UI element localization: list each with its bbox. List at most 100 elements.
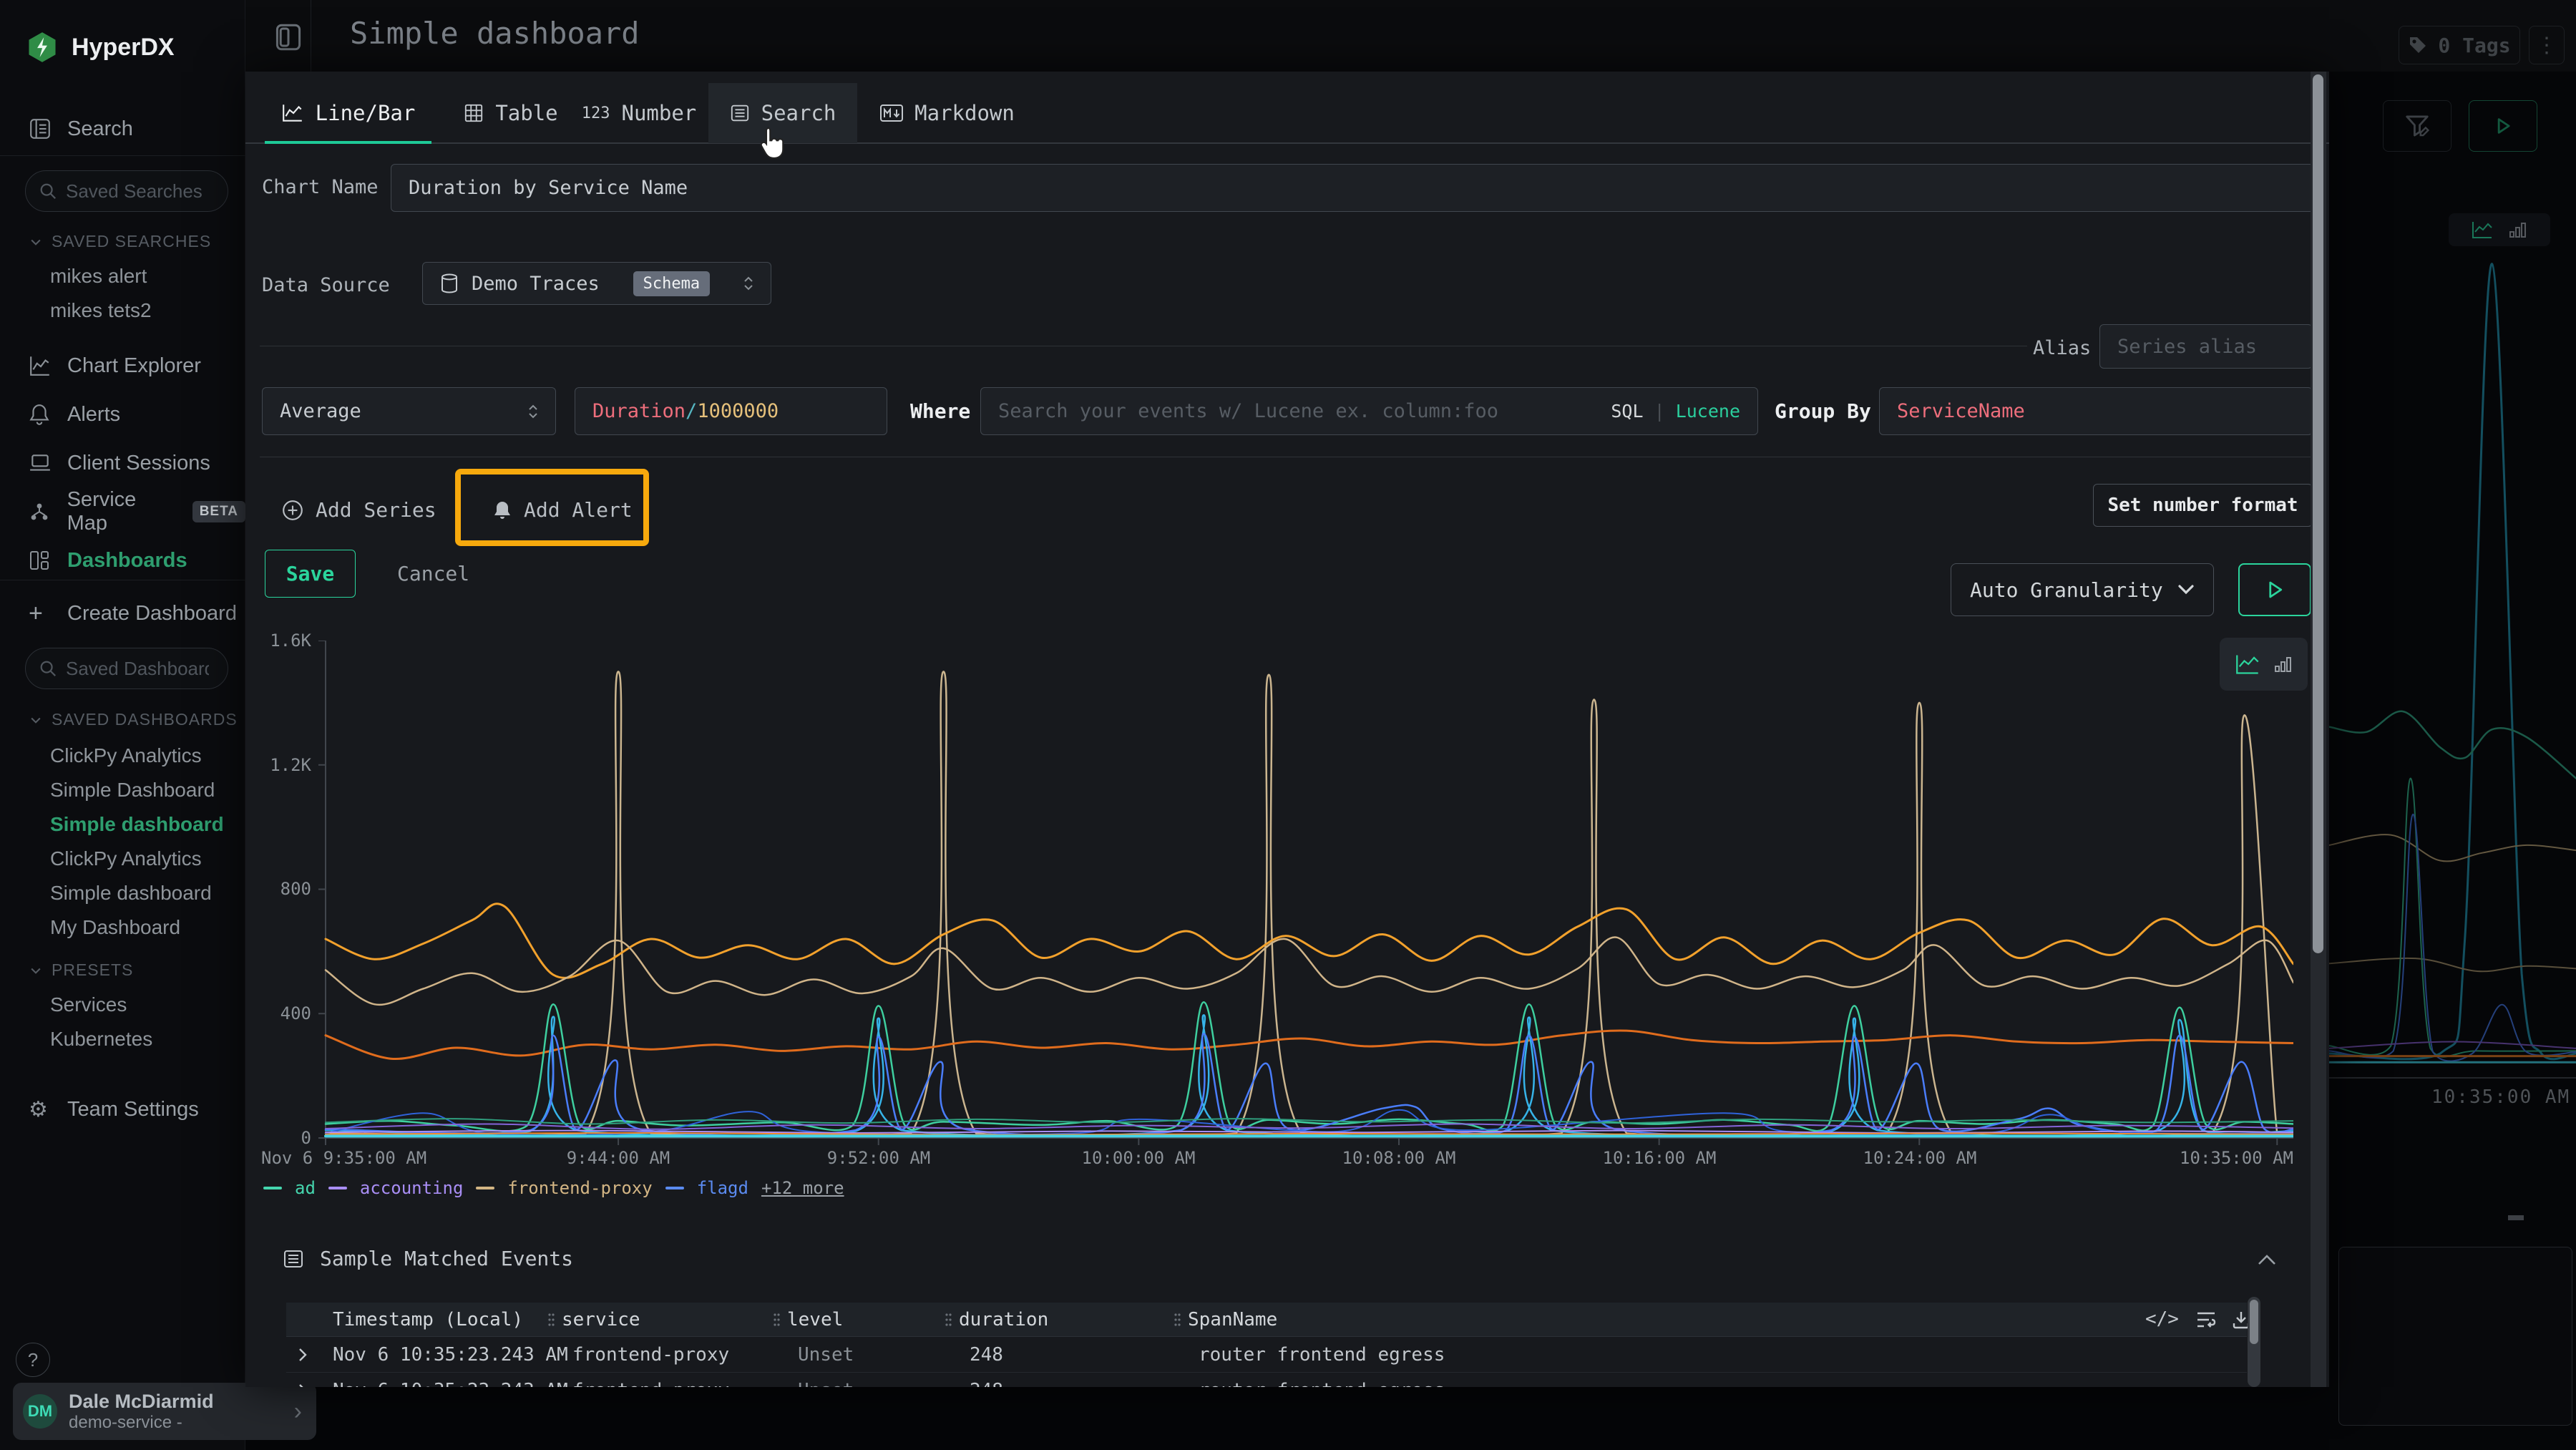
create-dashboard-button[interactable]: + Create Dashboard xyxy=(0,595,245,631)
cancel-button[interactable]: Cancel xyxy=(397,562,469,585)
preset-item[interactable]: Services xyxy=(50,993,127,1016)
table-scrollbar-thumb[interactable] xyxy=(2250,1300,2258,1344)
modal-scrollbar-track[interactable] xyxy=(2311,72,2326,1387)
alias-input[interactable] xyxy=(2117,336,2295,358)
cell-duration: 248 xyxy=(970,1344,1003,1366)
legend-label[interactable]: ad xyxy=(295,1178,316,1198)
lang-sql-toggle[interactable]: SQL xyxy=(1611,401,1643,422)
saved-dashboards-search[interactable] xyxy=(25,648,228,689)
data-source-select[interactable]: Demo Traces Schema xyxy=(422,262,771,305)
legend-label[interactable]: accounting xyxy=(360,1178,464,1198)
markdown-icon xyxy=(880,104,903,122)
bg-resize-handle[interactable] xyxy=(2508,1215,2524,1220)
table-row[interactable]: Nov 6 10:35:23.243 AM frontend-proxy Uns… xyxy=(286,1337,2247,1373)
cell-timestamp: Nov 6 10:35:23.243 AM xyxy=(333,1380,568,1387)
lang-lucene-toggle[interactable]: Lucene xyxy=(1676,401,1740,422)
bg-chart-type-toggle[interactable] xyxy=(2449,213,2550,246)
where-search-input[interactable] xyxy=(998,400,1596,422)
saved-search-item[interactable]: mikes alert xyxy=(50,265,147,288)
saved-searches-search[interactable] xyxy=(25,170,228,212)
dashboard-item[interactable]: ClickPy Analytics xyxy=(50,744,202,767)
plus-icon: + xyxy=(29,600,52,628)
chart-name-field[interactable] xyxy=(391,164,2314,212)
chart-name-input[interactable] xyxy=(409,177,2296,199)
dashboard-item-active[interactable]: Simple dashboard xyxy=(50,813,224,836)
expand-chevron-icon[interactable] xyxy=(297,1347,308,1363)
dashboard-item[interactable]: My Dashboard xyxy=(50,916,180,939)
legend-more-link[interactable]: +12 more xyxy=(761,1178,844,1198)
line-chart-icon xyxy=(281,103,304,123)
legend-label[interactable]: flagd xyxy=(697,1178,748,1198)
sidebar-item-alerts[interactable]: Alerts xyxy=(0,394,245,434)
granularity-select[interactable]: Auto Granularity xyxy=(1951,563,2214,616)
legend-label[interactable]: frontend-proxy xyxy=(507,1178,652,1198)
drag-handle-icon[interactable] xyxy=(1174,1312,1181,1328)
tab-table[interactable]: Table xyxy=(457,83,565,143)
table-row[interactable]: Nov 6 10:35:23.243 AM frontend-proxy Uns… xyxy=(286,1373,2247,1387)
page-title: Simple dashboard xyxy=(350,16,640,51)
where-search-field[interactable]: SQL | Lucene xyxy=(980,387,1758,435)
background-chart xyxy=(2329,243,2576,1079)
aggregation-field[interactable]: Duration/1000000 xyxy=(575,387,887,435)
sidebar-collapse-icon[interactable] xyxy=(275,21,301,53)
add-series-button[interactable]: Add Series xyxy=(281,498,436,522)
column-header[interactable]: SpanName xyxy=(1174,1309,1277,1330)
tab-line-bar[interactable]: Line/Bar xyxy=(265,83,431,143)
set-number-format-button[interactable]: Set number format xyxy=(2093,484,2313,527)
chart-name-label: Chart Name xyxy=(262,176,379,198)
sidebar-item-service-map[interactable]: Service Map BETA xyxy=(0,492,245,532)
avatar: DM xyxy=(23,1394,57,1429)
schema-badge: Schema xyxy=(633,271,710,296)
run-query-button[interactable] xyxy=(2238,563,2311,616)
dashboard-item[interactable]: Simple dashboard xyxy=(50,882,212,905)
kebab-menu-button[interactable]: ⋮ xyxy=(2529,26,2565,64)
saved-searches-input[interactable] xyxy=(66,180,209,203)
x-tick-label: 10:35:00 AM xyxy=(2150,1148,2293,1168)
column-header[interactable]: duration xyxy=(945,1309,1048,1330)
wrap-text-icon[interactable] xyxy=(2195,1310,2217,1330)
sidebar-item-client-sessions[interactable]: Client Sessions xyxy=(0,443,245,483)
saved-dashboards-header[interactable]: SAVED DASHBOARDS xyxy=(29,710,238,729)
aggregation-fn-value: Average xyxy=(280,400,361,422)
tab-markdown[interactable]: Markdown xyxy=(872,83,1023,143)
column-header[interactable]: Timestamp (Local) xyxy=(333,1309,523,1330)
save-button[interactable]: Save xyxy=(265,550,356,598)
collapse-chevron-up-icon[interactable] xyxy=(2256,1252,2278,1267)
tags-button[interactable]: 0 Tags xyxy=(2399,26,2520,64)
brand[interactable]: HyperDX xyxy=(27,31,175,63)
alias-field[interactable] xyxy=(2099,324,2313,369)
saved-dashboards-input[interactable] xyxy=(66,658,209,680)
legend-swatch xyxy=(328,1187,347,1189)
column-header[interactable]: service xyxy=(547,1309,640,1330)
search-doc-icon xyxy=(29,117,52,140)
saved-search-item[interactable]: mikes tets2 xyxy=(50,299,152,322)
bar-chart-icon xyxy=(2509,220,2527,239)
presets-header[interactable]: PRESETS xyxy=(29,960,133,980)
group-by-field[interactable]: ServiceName xyxy=(1879,387,2313,435)
dashboard-item[interactable]: Simple Dashboard xyxy=(50,779,215,802)
drag-handle-icon[interactable] xyxy=(773,1312,780,1328)
preset-item[interactable]: Kubernetes xyxy=(50,1028,152,1051)
x-tick-label: 9:44:00 AM xyxy=(547,1148,690,1168)
tab-number[interactable]: 123 Number xyxy=(575,83,703,143)
column-header[interactable]: level xyxy=(773,1309,843,1330)
help-button[interactable]: ? xyxy=(16,1343,50,1377)
sidebar-item-chart-explorer[interactable]: Chart Explorer xyxy=(0,346,245,386)
sidebar-item-search[interactable]: Search xyxy=(0,109,245,149)
user-card[interactable]: DM Dale McDiarmid demo-service - › xyxy=(13,1383,316,1440)
saved-searches-header[interactable]: SAVED SEARCHES xyxy=(29,232,211,251)
bell-icon xyxy=(29,403,52,426)
duration-chart[interactable] xyxy=(317,641,2293,1149)
tags-label: 0 Tags xyxy=(2438,34,2510,57)
sidebar-item-dashboards[interactable]: Dashboards xyxy=(0,540,245,580)
code-icon[interactable]: </> xyxy=(2145,1308,2179,1330)
data-source-label: Data Source xyxy=(262,274,390,296)
aggregation-fn-select[interactable]: Average xyxy=(262,387,556,435)
drag-handle-icon[interactable] xyxy=(945,1312,952,1328)
drag-handle-icon[interactable] xyxy=(547,1312,555,1328)
dashboard-item[interactable]: ClickPy Analytics xyxy=(50,847,202,870)
expand-chevron-icon[interactable] xyxy=(297,1383,308,1387)
table-scrollbar-track[interactable] xyxy=(2248,1297,2260,1387)
sidebar-item-team-settings[interactable]: ⚙ Team Settings xyxy=(0,1089,245,1129)
modal-scrollbar-thumb[interactable] xyxy=(2313,74,2323,953)
